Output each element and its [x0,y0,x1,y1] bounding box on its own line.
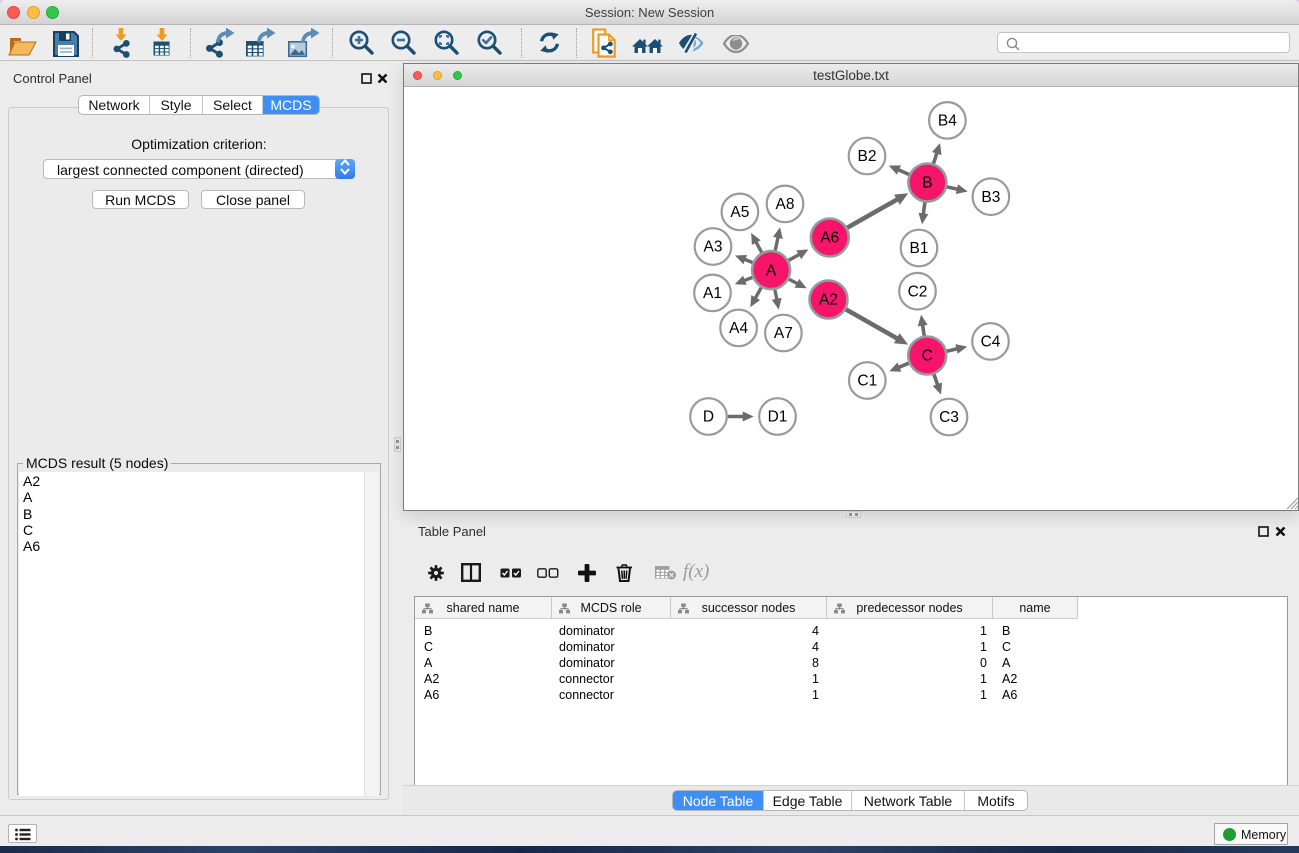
svg-text:A3: A3 [704,239,723,256]
svg-text:B2: B2 [858,148,877,165]
svg-text:C4: C4 [981,334,1001,351]
svg-text:D: D [703,409,714,426]
svg-text:A2: A2 [819,292,838,309]
svg-text:B3: B3 [981,189,1000,206]
svg-text:C: C [922,348,933,365]
svg-text:C1: C1 [857,373,877,390]
svg-text:A4: A4 [729,320,748,337]
svg-text:A5: A5 [730,204,749,221]
svg-text:C2: C2 [908,283,928,300]
svg-text:A8: A8 [776,196,795,213]
svg-text:B: B [922,175,932,192]
svg-text:A: A [766,262,777,279]
svg-text:D1: D1 [768,409,788,426]
svg-text:A1: A1 [703,285,722,302]
svg-text:B1: B1 [910,240,929,257]
svg-text:A7: A7 [774,325,793,342]
svg-text:C3: C3 [939,409,959,426]
svg-text:A6: A6 [820,230,839,247]
svg-text:B4: B4 [938,113,957,130]
